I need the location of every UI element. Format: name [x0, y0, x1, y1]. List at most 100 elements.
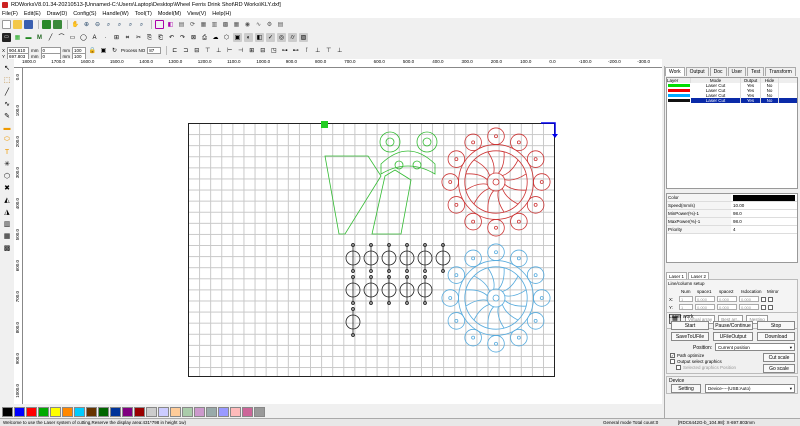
open-file-icon[interactable]: [13, 20, 22, 29]
property-value[interactable]: [733, 194, 795, 201]
palette-swatch[interactable]: [158, 406, 169, 417]
menu-item-1[interactable]: Edit(E): [24, 11, 41, 17]
group-icon[interactable]: ▦: [199, 20, 208, 29]
tab-transform[interactable]: Transform: [765, 67, 796, 76]
palette-swatch[interactable]: [182, 406, 193, 417]
copy-icon[interactable]: ⎘: [145, 33, 154, 42]
y-mirror-checkbox[interactable]: [761, 304, 775, 310]
spline-icon[interactable]: ∿: [254, 20, 263, 29]
distribute-v-icon[interactable]: ⊷: [291, 46, 300, 55]
mirror-h-icon[interactable]: ◭: [2, 195, 12, 205]
line-icon[interactable]: ╱: [46, 33, 55, 42]
menu-item-6[interactable]: Model(M): [158, 11, 181, 17]
align-bottom-icon[interactable]: ⊥: [214, 46, 223, 55]
layer-table[interactable]: Layer Mode Output Hide Laser Cut Yes No Las…: [666, 77, 798, 189]
start-button[interactable]: Start: [671, 321, 709, 330]
frame-icon[interactable]: [155, 20, 164, 29]
model-icon[interactable]: M: [35, 33, 44, 42]
palette-swatch[interactable]: [50, 406, 61, 417]
y-space1-field[interactable]: 0.000: [695, 304, 715, 310]
palette-swatch[interactable]: [38, 406, 49, 417]
go-scale-button[interactable]: Go scale: [763, 364, 795, 373]
save-icon[interactable]: [24, 20, 33, 29]
laser-head-icon[interactable]: ◉: [243, 20, 252, 29]
bezier-tool-icon[interactable]: ✎: [2, 111, 12, 121]
setting-button[interactable]: Setting: [671, 384, 701, 393]
zoom-out-icon[interactable]: ⊖: [93, 20, 102, 29]
layer-row[interactable]: Laser Cut Yes No: [667, 98, 797, 103]
same-size-icon[interactable]: ◳: [269, 46, 278, 55]
palette-swatch[interactable]: [26, 406, 37, 417]
y-num-field[interactable]: 1: [679, 304, 693, 310]
mirror-icon[interactable]: ◧: [166, 20, 175, 29]
polyline-icon[interactable]: ⌒: [57, 33, 66, 42]
layer-output[interactable]: Yes: [741, 98, 761, 103]
align-center-icon[interactable]: ⊟: [192, 46, 201, 55]
palette-swatch[interactable]: [230, 406, 241, 417]
palette-swatch[interactable]: [146, 406, 157, 417]
device-select[interactable]: Device----(USB:Auto) ▾: [705, 384, 795, 393]
align-vcenter-icon[interactable]: ⊢: [225, 46, 234, 55]
output-select-checkbox[interactable]: Output select graphics: [670, 359, 722, 364]
rect-tool-icon[interactable]: ▬: [2, 123, 12, 133]
palette-swatch[interactable]: [2, 406, 13, 417]
mirror-v-icon[interactable]: ◮: [2, 207, 12, 217]
text-icon[interactable]: ▬: [24, 33, 33, 42]
menu-item-7[interactable]: View(V): [187, 11, 206, 17]
check-icon[interactable]: ✓: [266, 33, 275, 42]
point-tool-icon[interactable]: ✳: [2, 159, 12, 169]
palette-swatch[interactable]: [110, 406, 121, 417]
tab-user[interactable]: User: [727, 67, 747, 76]
rectangle-icon[interactable]: ▭: [68, 33, 77, 42]
menu-item-4[interactable]: Handle(W): [102, 11, 128, 17]
shape-icon[interactable]: ◐: [244, 33, 253, 42]
stop-button[interactable]: Stop: [757, 321, 795, 330]
point-icon[interactable]: ·: [101, 33, 110, 42]
palette-swatch[interactable]: [242, 406, 253, 417]
palette-swatch[interactable]: [170, 406, 181, 417]
palette-swatch[interactable]: [62, 406, 73, 417]
palette-swatch[interactable]: [254, 406, 265, 417]
polygon-tool-icon[interactable]: ⬡: [2, 171, 12, 181]
redo-icon[interactable]: ↷: [178, 33, 187, 42]
tab-output[interactable]: Output: [685, 67, 709, 76]
same-width-icon[interactable]: ⊞: [247, 46, 256, 55]
dock-left-icon[interactable]: ⊤: [324, 46, 333, 55]
menu-item-2[interactable]: Draw(D): [47, 11, 67, 17]
x-dislocation-field[interactable]: 0.000: [739, 296, 759, 302]
cut-scale-button[interactable]: Cut scale: [763, 353, 795, 362]
download-button[interactable]: Download: [757, 332, 795, 341]
grid-draw-icon[interactable]: ⊞: [112, 33, 121, 42]
align-tool-icon[interactable]: ▥: [2, 219, 12, 229]
align-right-icon[interactable]: ⊐: [181, 46, 190, 55]
align-top-icon[interactable]: ⊤: [203, 46, 212, 55]
palette-swatch[interactable]: [194, 406, 205, 417]
x-space1-field[interactable]: 0.000: [695, 296, 715, 302]
dock-top-icon[interactable]: ⊺: [302, 46, 311, 55]
text-tool-icon[interactable]: A: [90, 33, 99, 42]
y-space2-field[interactable]: 0.000: [717, 304, 737, 310]
align-icon[interactable]: ▤: [177, 20, 186, 29]
dock-bottom-icon[interactable]: ⊥: [313, 46, 322, 55]
zoom-window-icon[interactable]: ⌕: [126, 20, 135, 29]
distribute-h-icon[interactable]: ⊶: [280, 46, 289, 55]
property-value[interactable]: 98.0: [731, 211, 797, 216]
align-hcenter-icon[interactable]: ⊣: [236, 46, 245, 55]
x-space2-field[interactable]: 0.000: [717, 296, 737, 302]
grid-icon[interactable]: ▩: [221, 20, 230, 29]
new-file-icon[interactable]: [2, 20, 11, 29]
pause-continue-button[interactable]: Pause/Continue: [713, 321, 753, 330]
palette-swatch[interactable]: [206, 406, 217, 417]
palette-swatch[interactable]: [218, 406, 229, 417]
zoom-in-icon[interactable]: ⊕: [82, 20, 91, 29]
palette-swatch[interactable]: [86, 406, 97, 417]
paste-icon[interactable]: ⎗: [156, 33, 165, 42]
laser-icon[interactable]: ▭: [2, 33, 11, 42]
align-left-icon[interactable]: ⊏: [170, 46, 179, 55]
array-icon[interactable]: ▦: [232, 20, 241, 29]
slice-icon[interactable]: ⌭: [288, 33, 297, 42]
settings-icon[interactable]: ⚙: [265, 20, 274, 29]
image-icon[interactable]: ▨: [299, 33, 308, 42]
grid-tool-icon[interactable]: ▩: [2, 243, 12, 253]
select-arrow-icon[interactable]: ↖: [2, 63, 12, 73]
